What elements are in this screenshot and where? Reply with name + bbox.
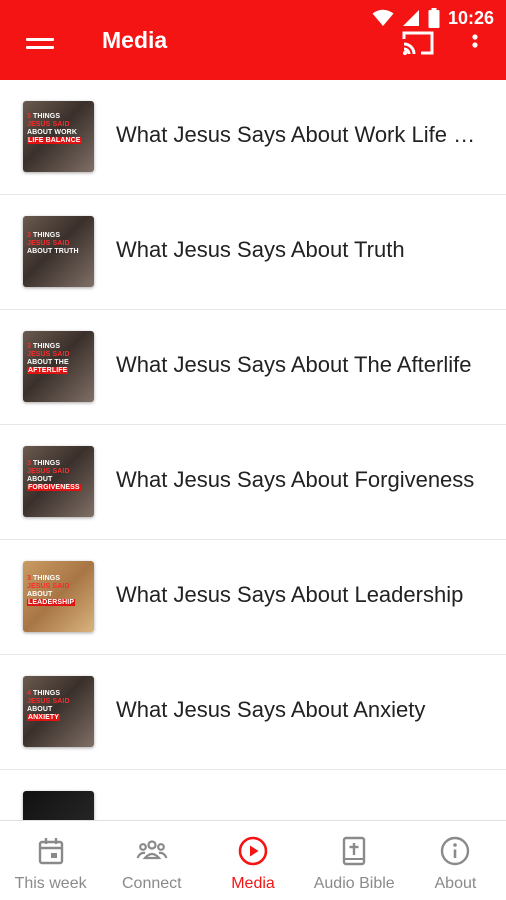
media-thumbnail: 3 THINGS JESUS SAID ABOUT TRUTH — [23, 216, 94, 287]
nav-label: Connect — [122, 875, 182, 892]
media-title: What Jesus Says About Anxiety — [116, 697, 426, 722]
media-thumbnail: 3 THINGS JESUS SAID ABOUT WORK LIFE BALA… — [23, 101, 94, 172]
thumb-line3: ABOUT TRUTH — [27, 248, 79, 255]
nav-label: Media — [231, 875, 275, 892]
media-title: What Jesus Says About Work Life Balance — [116, 122, 486, 147]
thumb-line4: FORGIVENESS — [27, 484, 81, 491]
nav-about[interactable]: About — [405, 821, 506, 900]
nav-media[interactable]: Media — [202, 821, 303, 900]
media-thumbnail — [23, 791, 94, 820]
media-thumbnail: 3 THINGS JESUS SAID ABOUT FORGIVENESS — [23, 446, 94, 517]
media-title: What Jesus Says About Leadership — [116, 582, 464, 607]
play-circle-icon — [238, 836, 268, 866]
thumb-line1: THINGS — [31, 690, 61, 697]
thumb-line2: JESUS SAID — [27, 240, 70, 247]
media-title: What Jesus Says About Forgiveness — [116, 467, 475, 492]
app-bar: 10:26 Media — [0, 0, 506, 80]
nav-connect[interactable]: Connect — [101, 821, 202, 900]
calendar-icon — [38, 838, 63, 865]
nav-audio-bible[interactable]: Audio Bible — [304, 821, 405, 900]
media-list-item[interactable]: 3 THINGS JESUS SAID ABOUT FORGIVENESS Wh… — [0, 425, 506, 540]
thumb-line2: JESUS SAID — [27, 698, 70, 705]
media-thumbnail: 3 THINGS JESUS SAID ABOUT THE AFTERLIFE — [23, 331, 94, 402]
thumb-line2: JESUS SAID — [27, 351, 70, 358]
thumb-line2: JESUS SAID — [27, 468, 70, 475]
more-vert-icon[interactable] — [464, 28, 486, 56]
media-list-item[interactable]: 4 THINGS JESUS SAID ABOUT ANXIETY What J… — [0, 655, 506, 770]
media-list-item[interactable] — [0, 770, 506, 820]
wifi-icon — [372, 9, 394, 26]
signal-icon — [402, 10, 419, 26]
thumb-line2: JESUS SAID — [27, 583, 70, 590]
thumb-line1: THINGS — [31, 113, 61, 120]
thumb-line3: ABOUT — [27, 476, 53, 483]
battery-icon — [428, 8, 440, 28]
media-list-item[interactable]: 3 THINGS JESUS SAID ABOUT TRUTH What Jes… — [0, 195, 506, 310]
info-icon — [441, 836, 470, 866]
thumb-line1: THINGS — [31, 343, 61, 350]
media-thumbnail: 3 THINGS JESUS SAID ABOUT LEADERSHIP — [23, 561, 94, 632]
nav-label: This week — [14, 875, 87, 892]
thumb-line1: THINGS — [31, 232, 61, 239]
nav-label: About — [434, 875, 477, 892]
media-list-item[interactable]: 3 THINGS JESUS SAID ABOUT LEADERSHIP Wha… — [0, 540, 506, 655]
cast-icon[interactable] — [401, 30, 435, 56]
thumb-line3: ABOUT WORK — [27, 129, 77, 136]
group-icon — [136, 840, 168, 860]
status-time: 10:26 — [447, 7, 494, 28]
nav-label: Audio Bible — [313, 875, 395, 892]
media-title: What Jesus Says About The Afterlife — [116, 352, 472, 377]
thumb-line4: ANXIETY — [27, 714, 61, 721]
thumb-line1: THINGS — [31, 575, 61, 582]
thumb-line4: LEADERSHIP — [27, 599, 76, 606]
page-title: Media — [102, 27, 168, 53]
media-list-item[interactable]: 3 THINGS JESUS SAID ABOUT WORK LIFE BALA… — [0, 80, 506, 195]
thumb-line1: THINGS — [31, 460, 61, 467]
bible-icon — [343, 836, 366, 866]
thumb-line2: JESUS SAID — [27, 121, 70, 128]
thumb-line4: LIFE BALANCE — [27, 137, 82, 144]
media-title: What Jesus Says About Truth — [116, 237, 405, 262]
thumb-line4: AFTERLIFE — [27, 367, 69, 374]
thumb-line3: ABOUT — [27, 706, 53, 713]
media-thumbnail: 4 THINGS JESUS SAID ABOUT ANXIETY — [23, 676, 94, 747]
nav-this-week[interactable]: This week — [0, 821, 101, 900]
bottom-navigation: This week Connect Media Audio Bible Abou… — [0, 820, 506, 900]
thumb-line3: ABOUT — [27, 591, 53, 598]
thumb-line3: ABOUT THE — [27, 359, 69, 366]
hamburger-menu-icon[interactable] — [26, 36, 56, 56]
media-list: 3 THINGS JESUS SAID ABOUT WORK LIFE BALA… — [0, 80, 506, 820]
media-list-item[interactable]: 3 THINGS JESUS SAID ABOUT THE AFTERLIFE … — [0, 310, 506, 425]
